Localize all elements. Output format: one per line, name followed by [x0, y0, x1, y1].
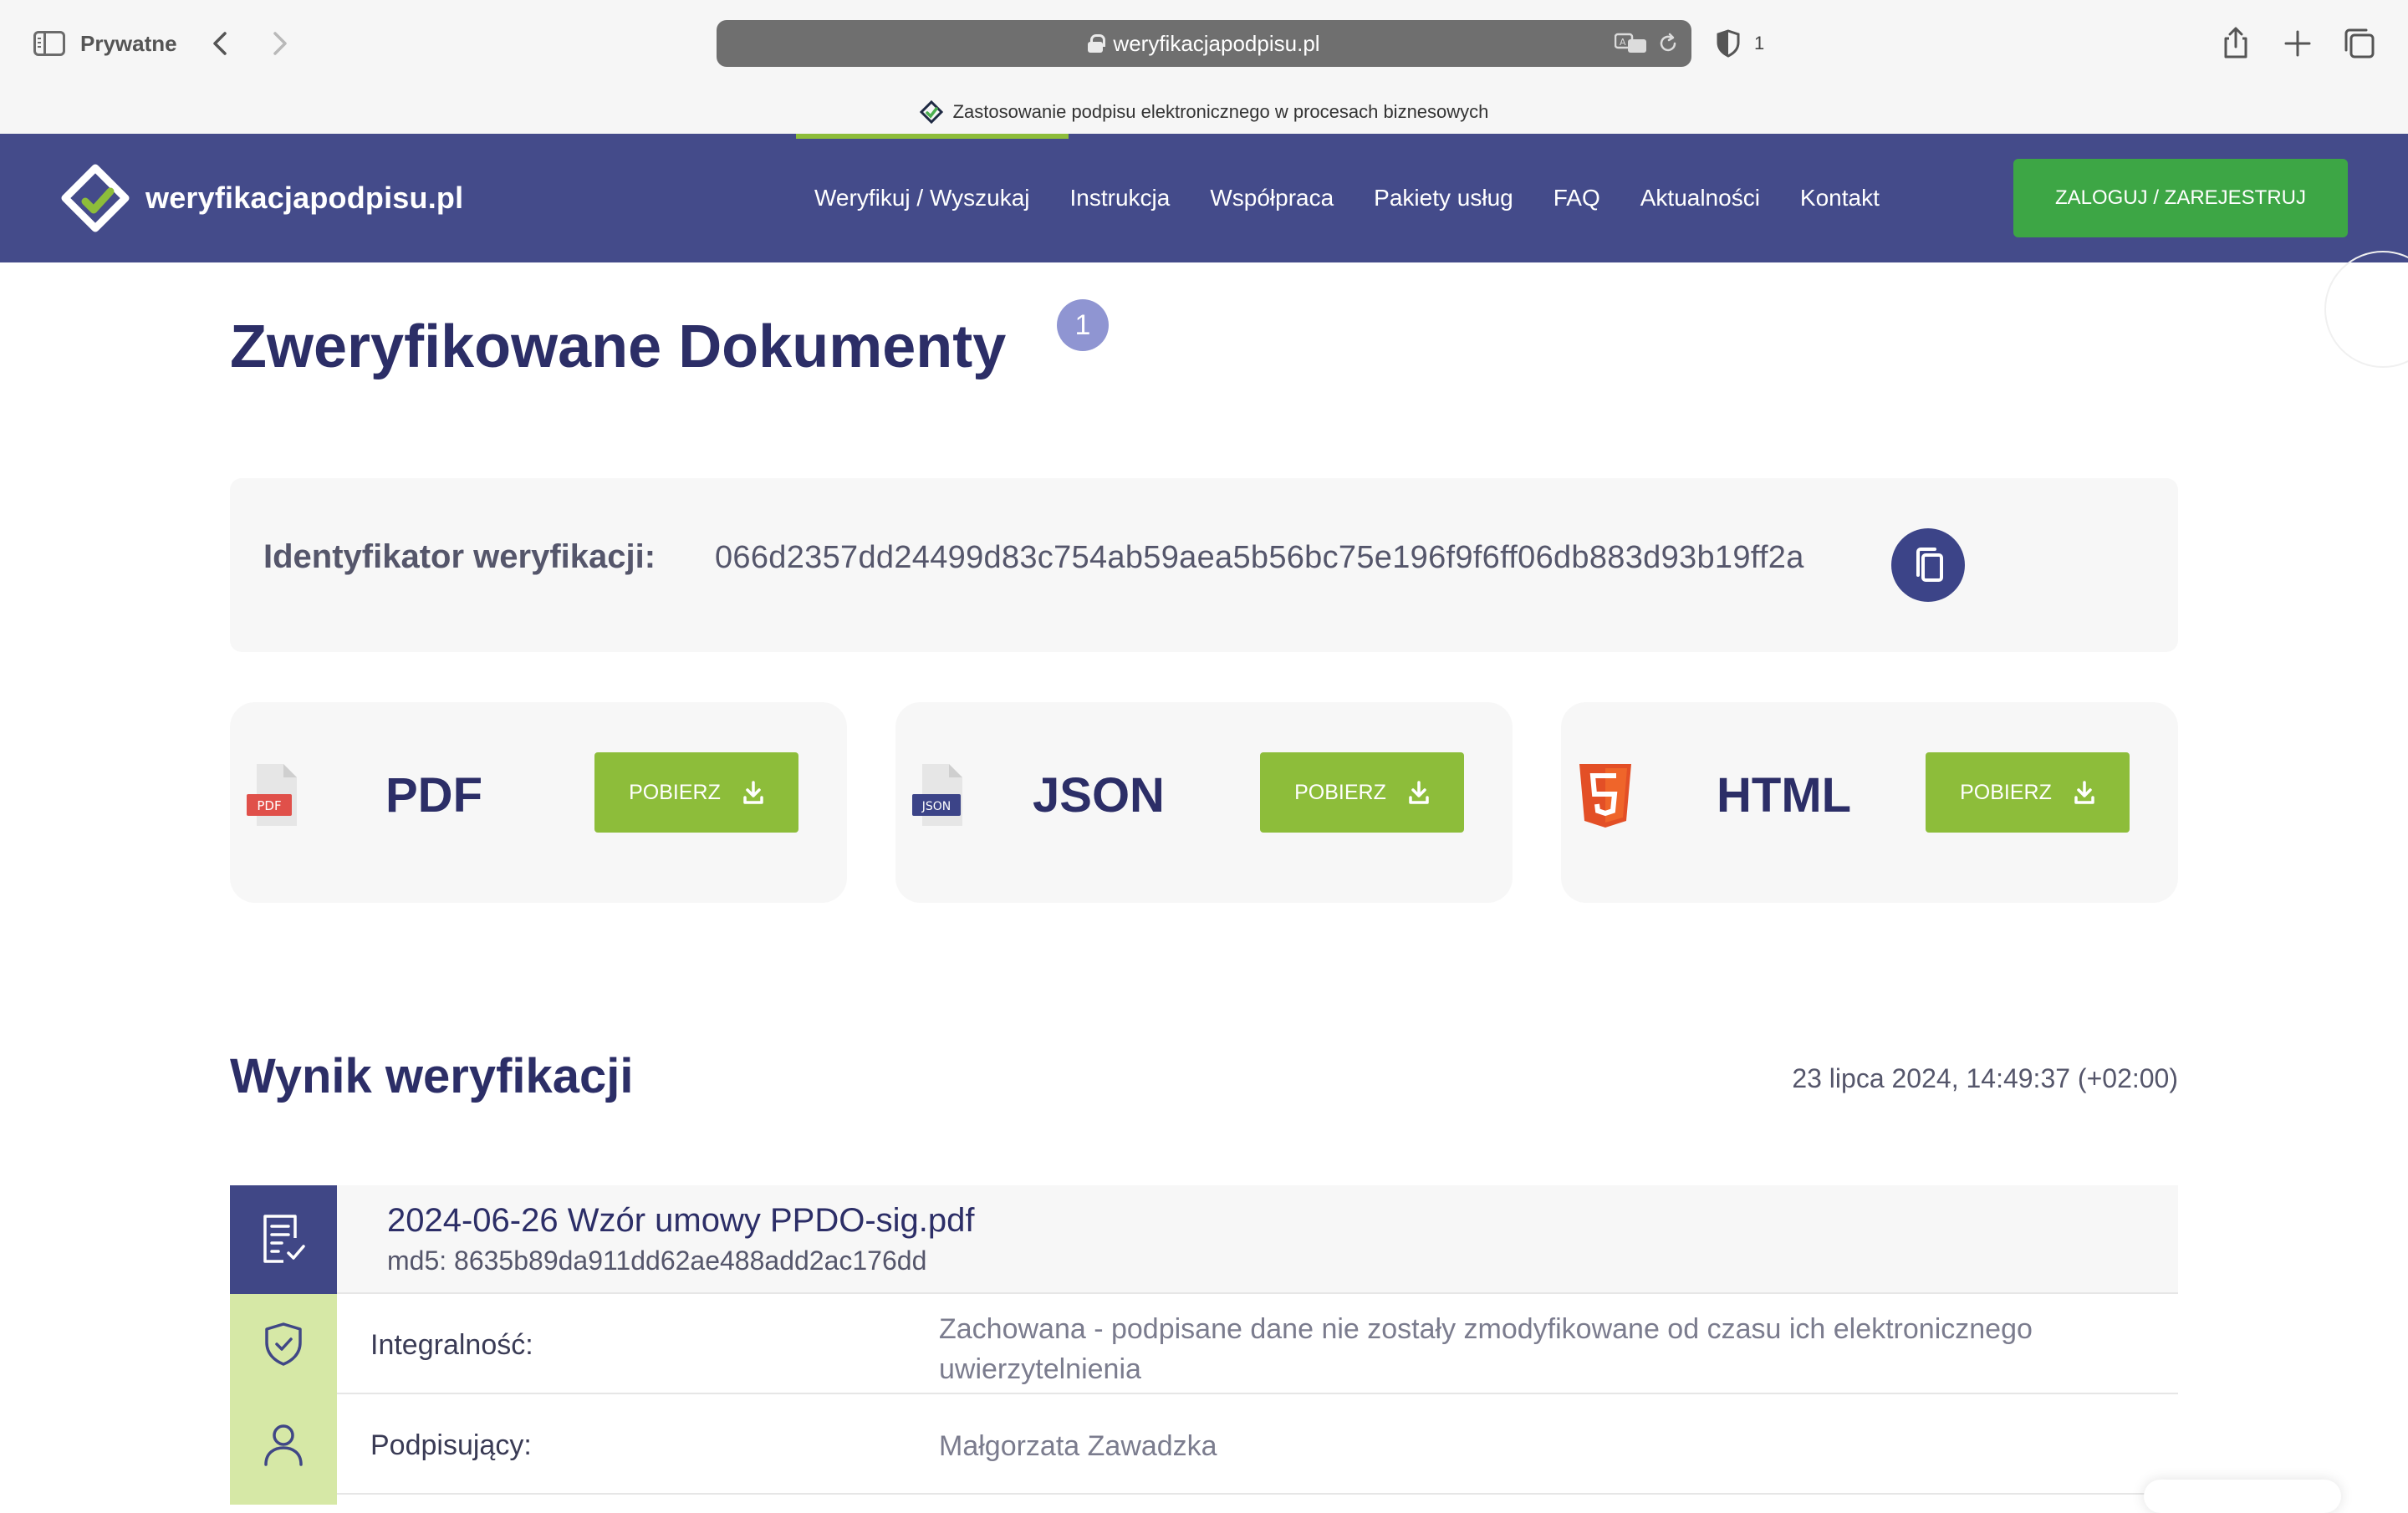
json-file-icon: JSON	[912, 764, 962, 826]
document-md5: md5: 8635b89da911dd62ae488add2ac176dd	[387, 1246, 927, 1276]
active-tab[interactable]: Zastosowanie podpisu elektronicznego w p…	[0, 90, 2408, 134]
download-html-button[interactable]: POBIERZ	[1926, 752, 2130, 833]
url-text: weryfikacjapodpisu.pl	[1113, 30, 1320, 56]
shield-icon	[1717, 29, 1740, 58]
login-register-button[interactable]: ZALOGUJ / ZAREJESTRUJ	[2013, 159, 2348, 237]
format-label-pdf: PDF	[385, 768, 482, 823]
verification-id-label: Identyfikator weryfikacji:	[263, 538, 656, 575]
pdf-file-icon: PDF	[247, 764, 297, 826]
signer-icon-cell	[230, 1394, 337, 1495]
chevron-left-icon	[213, 32, 227, 55]
floating-widget[interactable]	[2144, 1480, 2341, 1513]
browser-toolbar: Prywatne weryfikacjapodpisu.pl A 1 Zasto…	[0, 0, 2408, 134]
document-check-icon	[263, 1215, 305, 1263]
download-html-label: POBIERZ	[1960, 780, 2052, 804]
verification-id-panel: Identyfikator weryfikacji: 066d2357dd244…	[230, 478, 2178, 652]
next-row-icon-cell	[230, 1495, 337, 1505]
privacy-report-button[interactable]: 1	[1716, 27, 1764, 60]
page-title: Zweryfikowane Dokumenty	[230, 313, 1006, 381]
download-card-html: HTML POBIERZ	[1561, 702, 2178, 903]
svg-text:JSON: JSON	[921, 800, 951, 813]
reload-icon[interactable]	[1656, 32, 1680, 55]
user-icon	[264, 1424, 303, 1466]
svg-text:A: A	[1620, 37, 1626, 48]
translate-icon[interactable]: A	[1615, 32, 1648, 55]
site-logo[interactable]: weryfikacjapodpisu.pl	[60, 160, 463, 236]
signer-value: Małgorzata Zawadzka	[939, 1430, 1217, 1462]
download-icon	[743, 781, 763, 804]
integrity-row: Integralność: Zachowana - podpisane dane…	[230, 1294, 2178, 1394]
back-button[interactable]	[202, 25, 239, 62]
forward-button[interactable]	[261, 25, 298, 62]
download-pdf-label: POBIERZ	[629, 780, 721, 804]
tab-title: Zastosowanie podpisu elektronicznego w p…	[952, 101, 1489, 122]
format-label-json: JSON	[1033, 768, 1165, 823]
nav-cooperation[interactable]: Współpraca	[1210, 185, 1334, 211]
integrity-icon-cell	[230, 1294, 337, 1394]
document-file-name: 2024-06-26 Wzór umowy PPDO-sig.pdf	[387, 1202, 975, 1239]
document-count-badge: 1	[1057, 299, 1109, 351]
nav-news[interactable]: Aktualności	[1640, 185, 1760, 211]
integrity-value: Zachowana - podpisane dane nie zostały z…	[939, 1313, 2033, 1385]
document-header-row: 2024-06-26 Wzór umowy PPDO-sig.pdf md5: …	[230, 1185, 2178, 1294]
page-title-regular: Dokumenty	[678, 313, 1007, 380]
site-header: weryfikacjapodpisu.pl Weryfikuj / Wyszuk…	[0, 134, 2408, 262]
chevron-right-icon	[273, 32, 287, 55]
sidebar-icon	[33, 31, 65, 56]
nav-faq[interactable]: FAQ	[1553, 185, 1600, 211]
verification-result-date: 23 lipca 2024, 14:49:37 (+02:00)	[1792, 1063, 2178, 1093]
document-icon-cell	[230, 1185, 337, 1294]
active-nav-indicator	[796, 134, 1069, 139]
logo-text: weryfikacjapodpisu.pl	[145, 181, 464, 215]
nav-instructions[interactable]: Instrukcja	[1070, 185, 1171, 211]
decorative-circle	[2324, 251, 2408, 368]
copy-id-button[interactable]	[1891, 528, 1965, 602]
private-label: Prywatne	[80, 30, 177, 56]
site-favicon-icon	[919, 100, 943, 124]
nav-contact[interactable]: Kontakt	[1800, 185, 1880, 211]
verification-result-title: Wynik weryfikacji	[230, 1049, 634, 1103]
shield-check-icon	[265, 1322, 302, 1366]
html5-icon	[1579, 764, 1631, 828]
download-card-json: JSON JSON POBIERZ	[895, 702, 1513, 903]
download-json-button[interactable]: POBIERZ	[1260, 752, 1464, 833]
integrity-label: Integralność:	[370, 1329, 533, 1361]
download-card-pdf: PDF PDF POBIERZ	[230, 702, 847, 903]
download-icon	[2074, 781, 2094, 804]
signer-label: Podpisujący:	[370, 1429, 532, 1461]
logo-icon	[61, 164, 130, 232]
share-icon[interactable]	[2217, 25, 2254, 62]
private-sidebar-toggle[interactable]: Prywatne	[33, 25, 177, 62]
tab-overview-icon[interactable]	[2341, 25, 2378, 62]
download-json-label: POBIERZ	[1294, 780, 1386, 804]
page-title-bold: Zweryfikowane	[230, 313, 662, 380]
verification-result-table: 2024-06-26 Wzór umowy PPDO-sig.pdf md5: …	[230, 1185, 2178, 1495]
download-icon	[1409, 781, 1429, 804]
lock-icon	[1088, 34, 1106, 53]
download-pdf-button[interactable]: POBIERZ	[594, 752, 798, 833]
new-tab-icon[interactable]	[2279, 25, 2316, 62]
svg-text:PDF: PDF	[257, 798, 281, 813]
copy-icon	[1916, 548, 1943, 582]
nav-service-packages[interactable]: Pakiety usług	[1374, 185, 1513, 211]
format-label-html: HTML	[1717, 768, 1852, 823]
address-bar[interactable]: weryfikacjapodpisu.pl A	[717, 20, 1691, 67]
verification-id-value: 066d2357dd24499d83c754ab59aea5b56bc75e19…	[715, 540, 1804, 575]
tracker-count: 1	[1754, 33, 1765, 53]
main-navigation: Weryfikuj / Wyszukaj Instrukcja Współpra…	[814, 179, 1920, 217]
nav-verify-search[interactable]: Weryfikuj / Wyszukaj	[814, 185, 1030, 211]
signer-row: Podpisujący: Małgorzata Zawadzka	[230, 1394, 2178, 1495]
